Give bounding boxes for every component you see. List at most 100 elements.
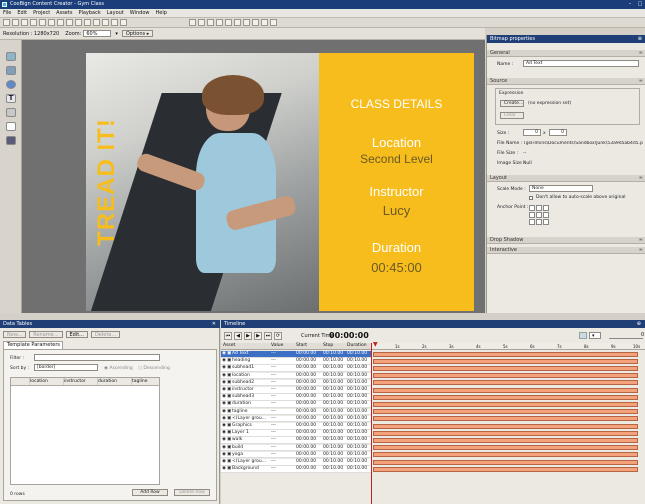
layer-visibility-icon[interactable]: ◉ <box>222 365 226 371</box>
layer-type-icon[interactable]: ▣ <box>227 445 231 451</box>
layer-duration-bar[interactable] <box>373 394 638 400</box>
layer-visibility-icon[interactable]: ◉ <box>222 459 226 465</box>
zoom-select[interactable]: 60% <box>83 30 112 37</box>
save-icon[interactable] <box>21 19 28 26</box>
bring-forward-icon[interactable] <box>102 19 109 26</box>
cut-icon[interactable] <box>48 19 55 26</box>
pin-icon[interactable]: ⊕ <box>638 35 642 43</box>
size-height-input[interactable]: 0 <box>549 129 567 136</box>
layer-visibility-icon[interactable]: ◉ <box>222 409 226 415</box>
layer-type-icon[interactable]: ▣ <box>227 351 231 357</box>
interactive-section-header[interactable]: Interactive ≈ <box>487 247 645 254</box>
group-icon[interactable] <box>84 19 91 26</box>
timeline-zoom-slider[interactable] <box>609 332 643 339</box>
paste-icon[interactable] <box>66 19 73 26</box>
zoom-dropdown-icon[interactable]: ▾ <box>115 31 118 37</box>
time-ruler[interactable]: ▼ 1s 2s 3s 4s 5s 6s 7s 8s 9s 10s <box>371 341 645 350</box>
menu-window[interactable]: Window <box>130 10 150 16</box>
layer-duration-bar[interactable] <box>373 416 638 422</box>
shape-tool-icon[interactable] <box>6 80 16 89</box>
layer-duration-bar[interactable] <box>373 380 638 386</box>
zoom-icon[interactable] <box>579 332 587 339</box>
layer-visibility-icon[interactable]: ◉ <box>222 380 226 386</box>
layer-duration-bar[interactable] <box>373 365 638 371</box>
menu-edit[interactable]: Edit <box>17 10 27 16</box>
layer-row[interactable]: ◉ ▣ instructor --- 00:00.00 00:10.00 00:10.00 <box>221 387 371 394</box>
layer-duration-bar[interactable] <box>373 358 638 364</box>
layer-duration-bar[interactable] <box>373 466 638 472</box>
rename-table-button[interactable]: Rename... <box>29 331 63 338</box>
layer-type-icon[interactable]: ▣ <box>227 452 231 458</box>
preview-icon[interactable] <box>252 19 259 26</box>
layer-row[interactable]: ◉ ▣ subhead1 --- 00:00.00 00:10.00 00:10.00 <box>221 365 371 372</box>
minimize-icon[interactable]: – <box>625 0 635 9</box>
layer-visibility-icon[interactable]: ◉ <box>222 387 226 393</box>
layout-e-icon[interactable] <box>225 19 232 26</box>
settings-icon[interactable] <box>270 19 277 26</box>
redo-icon[interactable] <box>39 19 46 26</box>
layer-row[interactable]: ◉ ▣ walk --- 00:00.00 00:10.00 00:10.00 <box>221 437 371 444</box>
layer-duration-bar[interactable] <box>373 437 638 443</box>
layer-visibility-icon[interactable]: ◉ <box>222 394 226 400</box>
anchor-grid[interactable] <box>529 205 549 225</box>
image-tool-icon[interactable] <box>6 66 16 75</box>
size-width-input[interactable]: 0 <box>523 129 541 136</box>
general-section-header[interactable]: General ≈ <box>487 50 645 57</box>
layer-row[interactable]: ◉ ▣ build --- 00:00.00 00:10.00 00:10.00 <box>221 444 371 452</box>
layer-row[interactable]: ◉ ▣ Ad Text --- 00:00.00 00:10.00 00:10.00 <box>221 351 371 358</box>
media-tool-icon[interactable] <box>6 136 16 145</box>
ungroup-icon[interactable] <box>93 19 100 26</box>
pin-icon[interactable]: ⊕ <box>637 320 641 328</box>
close-icon[interactable]: ✕ <box>212 320 216 328</box>
layer-visibility-icon[interactable]: ◉ <box>222 423 226 429</box>
layer-duration-bar[interactable] <box>373 351 638 357</box>
publish-icon[interactable] <box>261 19 268 26</box>
layer-visibility-icon[interactable]: ◉ <box>222 401 226 407</box>
layer-row[interactable]: ◉ ▣ tagline --- 00:00.00 00:10.00 00:10.00 <box>221 408 371 416</box>
layer-type-icon[interactable]: ▣ <box>227 387 231 393</box>
layer-visibility-icon[interactable]: ◉ <box>222 351 226 357</box>
layer-type-icon[interactable]: ▣ <box>227 380 231 386</box>
filter-input[interactable] <box>34 354 160 361</box>
timeline-zoom-select[interactable]: ▾ <box>589 332 601 339</box>
layer-type-icon[interactable]: ▣ <box>227 394 231 400</box>
parameters-table[interactable]: location instructor duration tagline <box>10 377 160 485</box>
layer-type-icon[interactable]: ▣ <box>227 401 231 407</box>
column-header-instructor[interactable]: instructor <box>63 378 97 385</box>
delete-table-button[interactable]: Delete... <box>90 331 121 338</box>
fast-forward-icon[interactable]: ⏭ <box>264 332 272 340</box>
layer-row[interactable]: ◉ ▣ duration --- 00:00.00 00:10.00 00:10.00 <box>221 401 371 408</box>
slide-canvas[interactable]: TREAD IT! CLASS DETAILS Location Second … <box>86 53 474 311</box>
scale-mode-select[interactable]: None <box>529 185 593 192</box>
layer-row[interactable]: ◉ ▣ heading --- 00:00.00 00:10.00 00:10.00 <box>221 358 371 365</box>
new-icon[interactable] <box>3 19 10 26</box>
edit-table-button[interactable]: Edit... <box>65 331 88 338</box>
layer-visibility-icon[interactable]: ◉ <box>222 430 226 436</box>
layout-d-icon[interactable] <box>216 19 223 26</box>
sortby-select[interactable]: [border] <box>34 364 98 371</box>
layer-duration-bar[interactable] <box>373 423 638 429</box>
layout-b-icon[interactable] <box>198 19 205 26</box>
layer-type-icon[interactable]: ▣ <box>227 466 231 472</box>
maximize-icon[interactable]: □ <box>635 0 645 9</box>
table-tool-icon[interactable] <box>6 122 16 131</box>
layer-visibility-icon[interactable]: ◉ <box>222 373 226 379</box>
layout-a-icon[interactable] <box>189 19 196 26</box>
layer-duration-bar[interactable] <box>373 373 638 379</box>
layer-duration-bar[interactable] <box>373 430 638 436</box>
layer-row[interactable]: ◉ ▣ <(Layer grou... --- 00:00.00 00:10.00 00:1… <box>221 459 371 466</box>
descending-radio[interactable]: ○ Descending <box>138 366 170 371</box>
menu-file[interactable]: File <box>3 10 11 16</box>
layer-visibility-icon[interactable]: ◉ <box>222 437 226 443</box>
layer-row[interactable]: ◉ ▣ subhead2 --- 00:00.00 00:10.00 00:10.00 <box>221 379 371 387</box>
menu-playback[interactable]: Playback <box>78 10 100 16</box>
send-backward-icon[interactable] <box>111 19 118 26</box>
layer-duration-bar[interactable] <box>373 387 638 393</box>
menu-layout[interactable]: Layout <box>107 10 124 16</box>
layout-section-header[interactable]: Layout ≈ <box>487 175 645 182</box>
drop-shadow-section-header[interactable]: Drop Shadow ≈ <box>487 237 645 244</box>
menu-help[interactable]: Help <box>155 10 166 16</box>
undo-icon[interactable] <box>30 19 37 26</box>
options-button[interactable]: Options ▸ <box>121 30 154 37</box>
tab-template-parameters[interactable]: Template Parameters <box>3 341 63 349</box>
